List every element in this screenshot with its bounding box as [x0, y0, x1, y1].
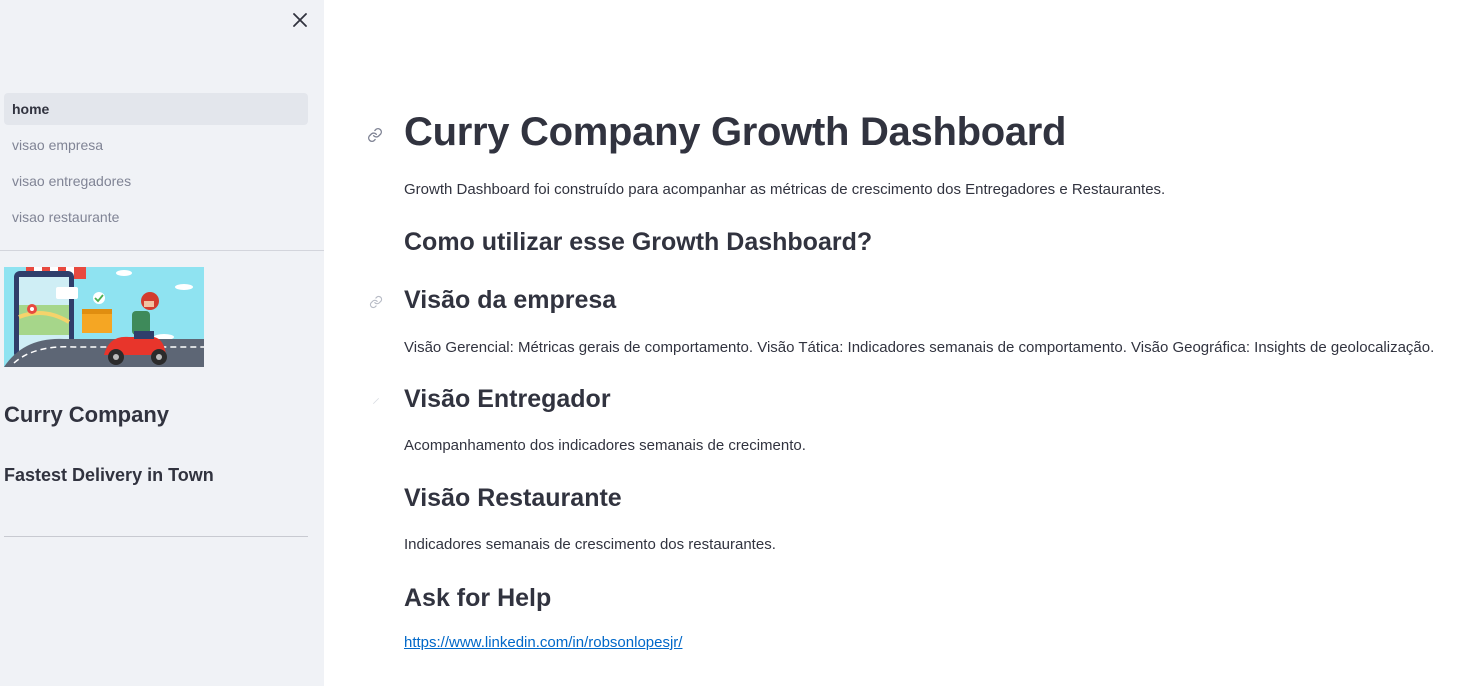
section-heading-entregador: Visão Entregador — [404, 385, 611, 413]
page-title: Curry Company Growth Dashboard — [404, 110, 1067, 154]
sidebar-item-home[interactable]: home — [4, 93, 308, 125]
section-heading-empresa: Visão da empresa — [404, 286, 617, 314]
section-text-empresa: Visão Gerencial: Métricas gerais de comp… — [404, 339, 1435, 356]
sidebar-nav: home visao empresa visao entregadores vi… — [4, 93, 308, 237]
sidebar-tagline: Fastest Delivery in Town — [4, 465, 214, 485]
how-to-heading: Como utilizar esse Growth Dashboard? — [404, 228, 873, 256]
sidebar: home visao empresa visao entregadores vi… — [0, 0, 324, 686]
sidebar-item-visao-empresa[interactable]: visao empresa — [4, 129, 308, 161]
sidebar-item-visao-restaurante[interactable]: visao restaurante — [4, 201, 308, 233]
delivery-logo-image — [4, 267, 204, 367]
section-text-entregador: Acompanhamento dos indicadores semanais … — [404, 437, 806, 454]
sidebar-item-visao-entregadores[interactable]: visao entregadores — [4, 165, 308, 197]
intro-text: Growth Dashboard foi construído para aco… — [404, 181, 1166, 198]
sidebar-company-name: Curry Company — [4, 402, 170, 427]
section-anchor-link[interactable] — [367, 293, 385, 311]
link-icon — [369, 295, 383, 309]
title-anchor-link[interactable] — [366, 126, 384, 144]
close-icon — [293, 13, 307, 27]
sidebar-divider-bottom — [4, 536, 308, 537]
section-text-restaurante: Indicadores semanais de crescimento dos … — [404, 536, 776, 553]
app: home visao empresa visao entregadores vi… — [0, 0, 1471, 686]
link-icon — [373, 398, 379, 404]
close-sidebar-button[interactable] — [288, 8, 312, 32]
help-heading: Ask for Help — [404, 584, 552, 612]
sidebar-divider — [0, 250, 324, 251]
section-heading-restaurante: Visão Restaurante — [404, 484, 622, 512]
link-icon — [368, 128, 382, 142]
help-link[interactable]: https://www.linkedin.com/in/robsonlopesj… — [404, 634, 682, 651]
section-anchor-link[interactable] — [367, 392, 385, 410]
